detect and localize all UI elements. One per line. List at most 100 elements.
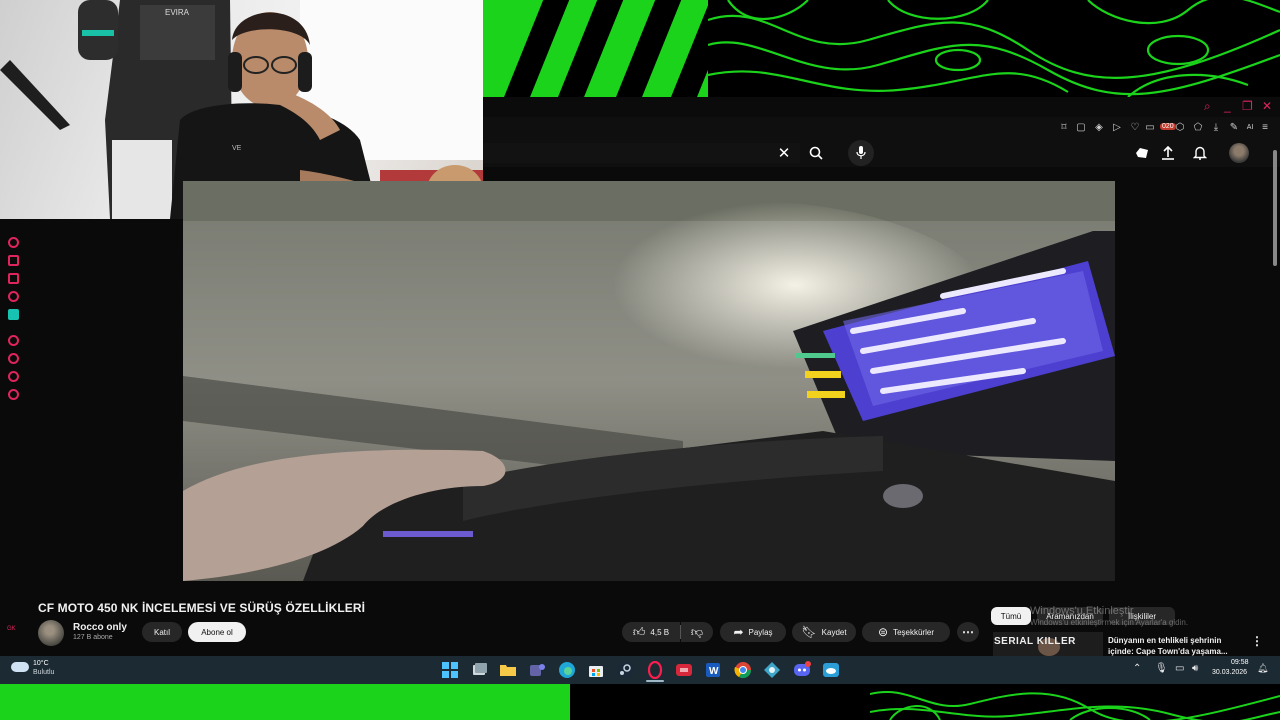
windows-taskbar: 10°C Bulutlu W ⌃ 🎙︎ ▭ 🔊︎ 09:58 30.03.202… <box>0 656 1280 684</box>
rail-whatsapp-icon[interactable] <box>8 291 19 302</box>
rail-gx-label: GK <box>7 626 16 632</box>
recommended-video-title[interactable]: Dünyanın en tehlikeli şehrinin içinde: C… <box>1108 635 1248 657</box>
shield-icon[interactable]: ◈ <box>1092 121 1106 135</box>
overlay-stripe <box>494 0 574 97</box>
video-title: CF MOTO 450 NK İNCELEMESİ VE SÜRÜŞ ÖZELL… <box>38 601 366 615</box>
close-icon[interactable]: ✕ <box>1262 99 1272 113</box>
task-view-icon[interactable] <box>470 661 488 679</box>
rail-messenger-icon[interactable] <box>8 273 19 284</box>
steam-icon[interactable] <box>616 661 634 679</box>
clock-time[interactable]: 09:58 <box>1231 659 1249 666</box>
channel-name[interactable]: Rocco only <box>73 622 127 633</box>
join-button[interactable]: Katıl <box>142 622 182 642</box>
ai-label-icon[interactable]: AI <box>1243 121 1257 135</box>
rail-twitch-icon[interactable] <box>8 255 19 266</box>
notifications-icon[interactable] <box>1187 140 1213 166</box>
subscribe-label: Abone ol <box>201 627 233 637</box>
minimize-icon[interactable]: _ <box>1224 99 1231 113</box>
cloud-app-icon[interactable] <box>822 661 840 679</box>
search-input[interactable] <box>483 143 800 163</box>
account-avatar[interactable] <box>1229 143 1249 163</box>
share-label: Paylaş <box>748 627 773 637</box>
heart-icon[interactable]: ♡ <box>1128 121 1142 135</box>
recommended-video-thumbnail[interactable]: SERIAL KILLER <box>993 632 1103 656</box>
rail-extensions-icon[interactable] <box>8 371 19 382</box>
weather-description[interactable]: Bulutlu <box>33 669 54 676</box>
discord-icon[interactable] <box>793 661 811 679</box>
rail-clock-icon[interactable] <box>8 353 19 364</box>
bot-app-icon[interactable] <box>763 661 781 679</box>
windows-activation-title: Windows'u Etkinleştir <box>1030 605 1134 617</box>
search-icon[interactable] <box>803 140 829 166</box>
clock-date[interactable]: 30.03.2026 <box>1212 669 1247 676</box>
rail-player-icon[interactable] <box>8 309 19 320</box>
ai-icon[interactable]: ✎ <box>1227 121 1241 135</box>
wallet-icon[interactable]: ▭ <box>1143 121 1157 135</box>
red-app-icon[interactable] <box>675 661 693 679</box>
recommended-menu-icon[interactable]: ⋮ <box>1251 634 1263 648</box>
windows-start-icon[interactable] <box>441 661 459 679</box>
teams-icon[interactable] <box>528 661 546 679</box>
microphone-tray-icon[interactable]: 🎙︎ <box>1155 663 1168 674</box>
browser-titlebar: ⌕ _ ❐ ✕ <box>483 97 1280 117</box>
notification-center-icon[interactable]: 🔔︎ <box>1257 663 1268 674</box>
extensions-icon[interactable]: ⬠ <box>1191 121 1205 135</box>
menu-icon[interactable]: ≡ <box>1258 121 1272 135</box>
create-icon[interactable] <box>1129 140 1155 166</box>
file-explorer-icon[interactable] <box>499 661 517 679</box>
subscribe-button[interactable]: Abone ol <box>188 622 246 642</box>
share-button[interactable]: ➦ Paylaş <box>720 622 786 642</box>
cloud-icon[interactable] <box>11 662 29 672</box>
svg-text:W: W <box>709 666 719 677</box>
stream-overlay-top <box>483 0 1280 97</box>
opera-gx-icon[interactable] <box>646 660 664 680</box>
tray-overflow-icon[interactable]: ⌃ <box>1133 663 1141 674</box>
network-icon[interactable]: ▭ <box>1175 663 1184 674</box>
rail-instagram-icon[interactable] <box>8 237 19 248</box>
thanks-label: Teşekkürler <box>893 627 934 637</box>
thanks-button[interactable]: ⊜ Teşekkürler <box>862 622 950 642</box>
stream-overlay-bottom <box>0 684 1280 720</box>
svg-text:EVIRA: EVIRA <box>165 8 190 17</box>
rail-history-icon[interactable] <box>8 335 19 346</box>
save-button[interactable]: 🔖︎ Kaydet <box>792 622 856 642</box>
bookmark-icon[interactable]: ⌑ <box>1057 121 1071 135</box>
upload-icon[interactable] <box>1155 140 1181 166</box>
weather-temperature[interactable]: 10°C <box>33 660 49 667</box>
bookmark-icon: 🔖︎ <box>801 625 817 639</box>
join-label: Katıl <box>153 627 170 637</box>
search-icon[interactable]: ⌕ <box>1204 99 1211 114</box>
store-icon[interactable] <box>587 661 605 679</box>
more-actions-button[interactable]: ⋯ <box>957 622 979 642</box>
dislike-button[interactable]: 👎︎ <box>681 622 713 642</box>
extensions-toolbar: ⌑ ▢ ◈ ▷ ♡ ▭ 020 ⬡ ⬠ ⤓ ✎ AI ≡ <box>483 119 1280 139</box>
rail-settings-icon[interactable] <box>8 389 19 400</box>
thumbs-up-icon: 👍︎ <box>632 624 646 639</box>
like-count: 4,5 B <box>650 627 670 637</box>
video-player[interactable] <box>183 181 1115 581</box>
like-button[interactable]: 👍︎ 4,5 B <box>622 622 680 642</box>
cube-icon[interactable]: ⬡ <box>1173 121 1187 135</box>
chip-all-label: Tümü <box>1000 611 1022 621</box>
volume-icon[interactable]: 🔊︎ <box>1192 663 1198 674</box>
overlay-green-bar <box>0 684 570 720</box>
active-app-indicator <box>646 680 664 682</box>
overlay-stripe <box>606 0 686 97</box>
mic-icon[interactable] <box>848 140 874 166</box>
svg-text:VE: VE <box>232 145 242 152</box>
page-scrollbar[interactable] <box>1273 150 1277 266</box>
save-label: Kaydet <box>821 627 847 637</box>
channel-avatar[interactable] <box>38 620 64 646</box>
edge-icon[interactable] <box>558 661 576 679</box>
more-icon: ⋯ <box>962 625 974 639</box>
chip-all[interactable]: Tümü <box>991 607 1031 625</box>
play-icon[interactable]: ▷ <box>1110 121 1124 135</box>
snapshot-icon[interactable]: ▢ <box>1074 121 1088 135</box>
download-icon[interactable]: ⤓ <box>1209 121 1223 135</box>
chrome-icon[interactable] <box>734 661 752 679</box>
word-icon[interactable]: W <box>704 661 722 679</box>
thumbnail-text: SERIAL KILLER <box>994 636 1076 647</box>
clear-search-icon[interactable]: ✕ <box>771 140 797 166</box>
overlay-contour-pattern-bottom <box>870 691 1280 720</box>
maximize-icon[interactable]: ❐ <box>1242 99 1253 113</box>
